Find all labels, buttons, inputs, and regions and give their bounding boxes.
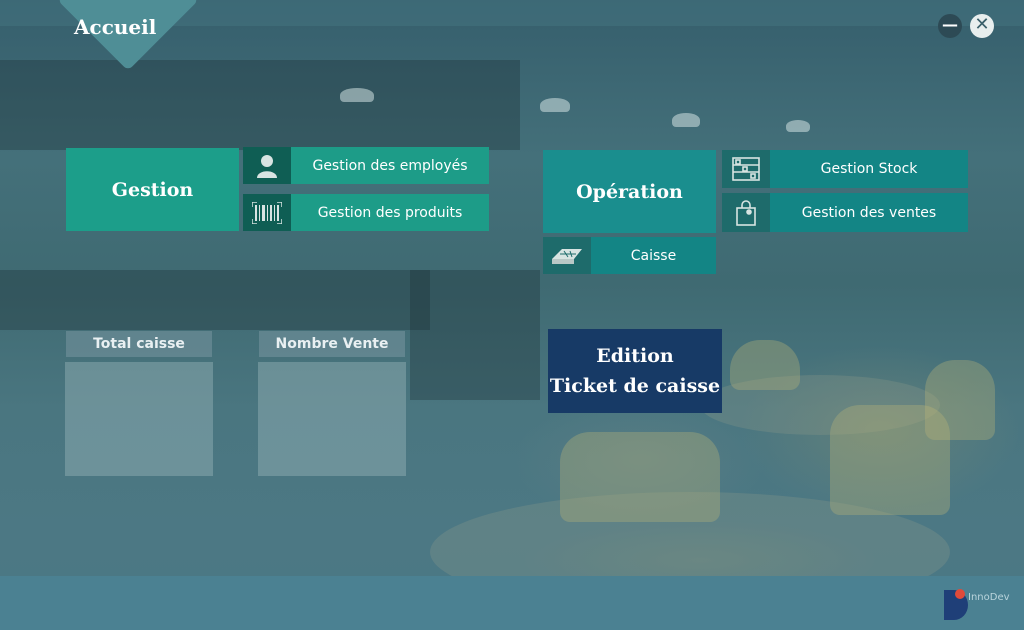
ticket-edition-button[interactable]: Edition Ticket de caisse bbox=[548, 329, 722, 413]
operation-tile[interactable]: Opération bbox=[543, 150, 716, 233]
sales-button-label: Gestion des ventes bbox=[801, 204, 937, 221]
caisse-button-label: Caisse bbox=[630, 247, 677, 264]
ticket-edition-line2: Ticket de caisse bbox=[549, 375, 721, 397]
total-caisse-label: Total caisse bbox=[66, 331, 212, 357]
barcode-icon bbox=[243, 194, 291, 231]
page-title: Accueil bbox=[74, 15, 157, 39]
operation-tile-label: Opération bbox=[576, 180, 683, 203]
minimize-button[interactable]: — bbox=[938, 14, 962, 38]
close-icon: ✕ bbox=[974, 14, 990, 35]
shopping-bag-icon bbox=[722, 193, 770, 232]
products-button[interactable]: Gestion des produits bbox=[243, 194, 489, 231]
company-logo: InnoDev bbox=[940, 584, 1020, 624]
minimize-icon: — bbox=[942, 15, 958, 34]
nombre-vente-label: Nombre Vente bbox=[259, 331, 405, 357]
products-button-label: Gestion des produits bbox=[317, 204, 463, 221]
stock-button[interactable]: Gestion Stock bbox=[722, 150, 968, 188]
nombre-vente-value bbox=[258, 362, 406, 476]
logo-mark-icon bbox=[944, 589, 968, 620]
logo-text: InnoDev bbox=[968, 592, 1010, 603]
total-caisse-value bbox=[65, 362, 213, 476]
gestion-tile-label: Gestion bbox=[111, 178, 194, 201]
cash-register-icon bbox=[543, 237, 591, 274]
sales-button[interactable]: Gestion des ventes bbox=[722, 193, 968, 232]
stock-button-label: Gestion Stock bbox=[820, 161, 918, 177]
caisse-button[interactable]: Caisse bbox=[543, 237, 716, 274]
ticket-edition-line1: Edition bbox=[596, 345, 674, 367]
background-scene bbox=[0, 0, 1024, 630]
employees-button[interactable]: Gestion des employés bbox=[243, 147, 489, 184]
shelves-icon bbox=[722, 150, 770, 188]
title-badge bbox=[40, 0, 199, 90]
employees-button-label: Gestion des employés bbox=[312, 157, 468, 174]
gestion-tile[interactable]: Gestion bbox=[66, 148, 239, 231]
footer-bar bbox=[0, 576, 1024, 630]
person-icon bbox=[243, 147, 291, 184]
close-button[interactable]: ✕ bbox=[970, 14, 994, 38]
